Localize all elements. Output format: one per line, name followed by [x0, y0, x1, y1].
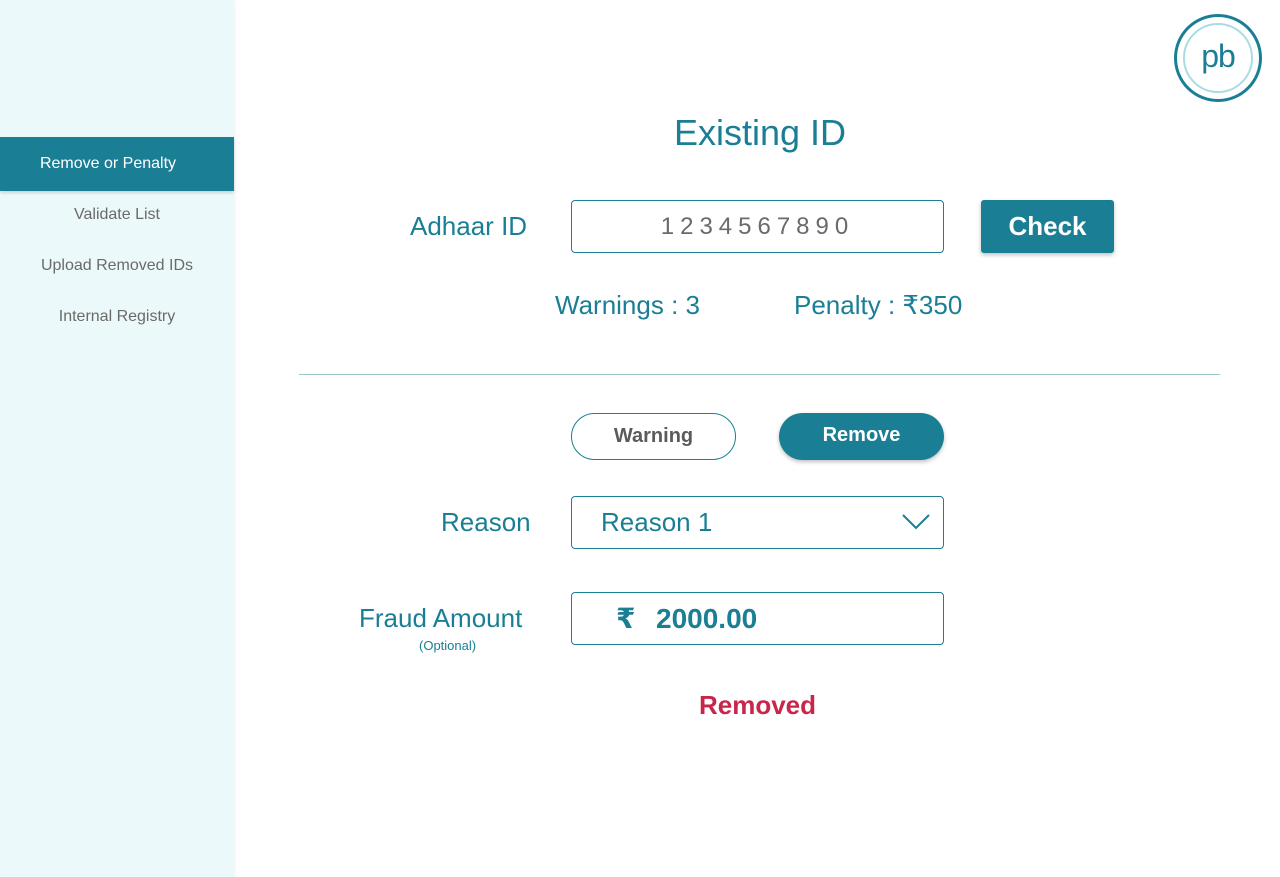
check-button[interactable]: Check: [981, 200, 1114, 253]
sidebar-item-internal-registry[interactable]: Internal Registry: [0, 290, 234, 344]
remove-button[interactable]: Remove: [779, 413, 944, 460]
reason-select[interactable]: Reason 1: [571, 496, 944, 549]
sidebar-item-validate-list[interactable]: Validate List: [0, 188, 234, 242]
aadhaar-input[interactable]: [572, 201, 943, 252]
aadhaar-field[interactable]: [571, 200, 944, 253]
sidebar-item-label: Remove or Penalty: [39, 155, 177, 172]
sidebar: Remove or Penalty Validate List Upload R…: [0, 0, 234, 877]
reason-label: Reason: [441, 507, 531, 537]
fraud-amount-field[interactable]: ₹: [571, 592, 1025, 645]
sidebar-item-label: Upload Removed IDs: [40, 257, 194, 274]
sidebar-item-upload-removed-ids[interactable]: Upload Removed IDs: [0, 239, 234, 293]
fraud-amount-label: Fraud Amount: [359, 603, 523, 633]
fraud-amount-input[interactable]: [654, 593, 1025, 644]
page-title: Existing ID: [673, 112, 847, 153]
sidebar-item-label: Validate List: [74, 206, 160, 223]
reason-selected: Reason 1: [601, 507, 713, 537]
rupee-icon: ₹: [616, 603, 636, 634]
fraud-amount-optional: (Optional): [419, 638, 477, 653]
logo: pb: [1174, 14, 1262, 102]
warning-button[interactable]: Warning: [571, 413, 736, 460]
divider: [299, 374, 1220, 375]
sidebar-item-remove-or-penalty[interactable]: Remove or Penalty: [0, 137, 234, 191]
chevron-down-icon: [902, 514, 930, 530]
sidebar-item-label: Internal Registry: [58, 308, 176, 325]
penalty-amount: Penalty : ₹350: [794, 290, 963, 320]
logo-text: pb: [1183, 23, 1253, 93]
aadhaar-label: Adhaar ID: [410, 211, 528, 241]
status-text: Removed: [698, 690, 817, 720]
warnings-count: Warnings : 3: [555, 290, 700, 320]
